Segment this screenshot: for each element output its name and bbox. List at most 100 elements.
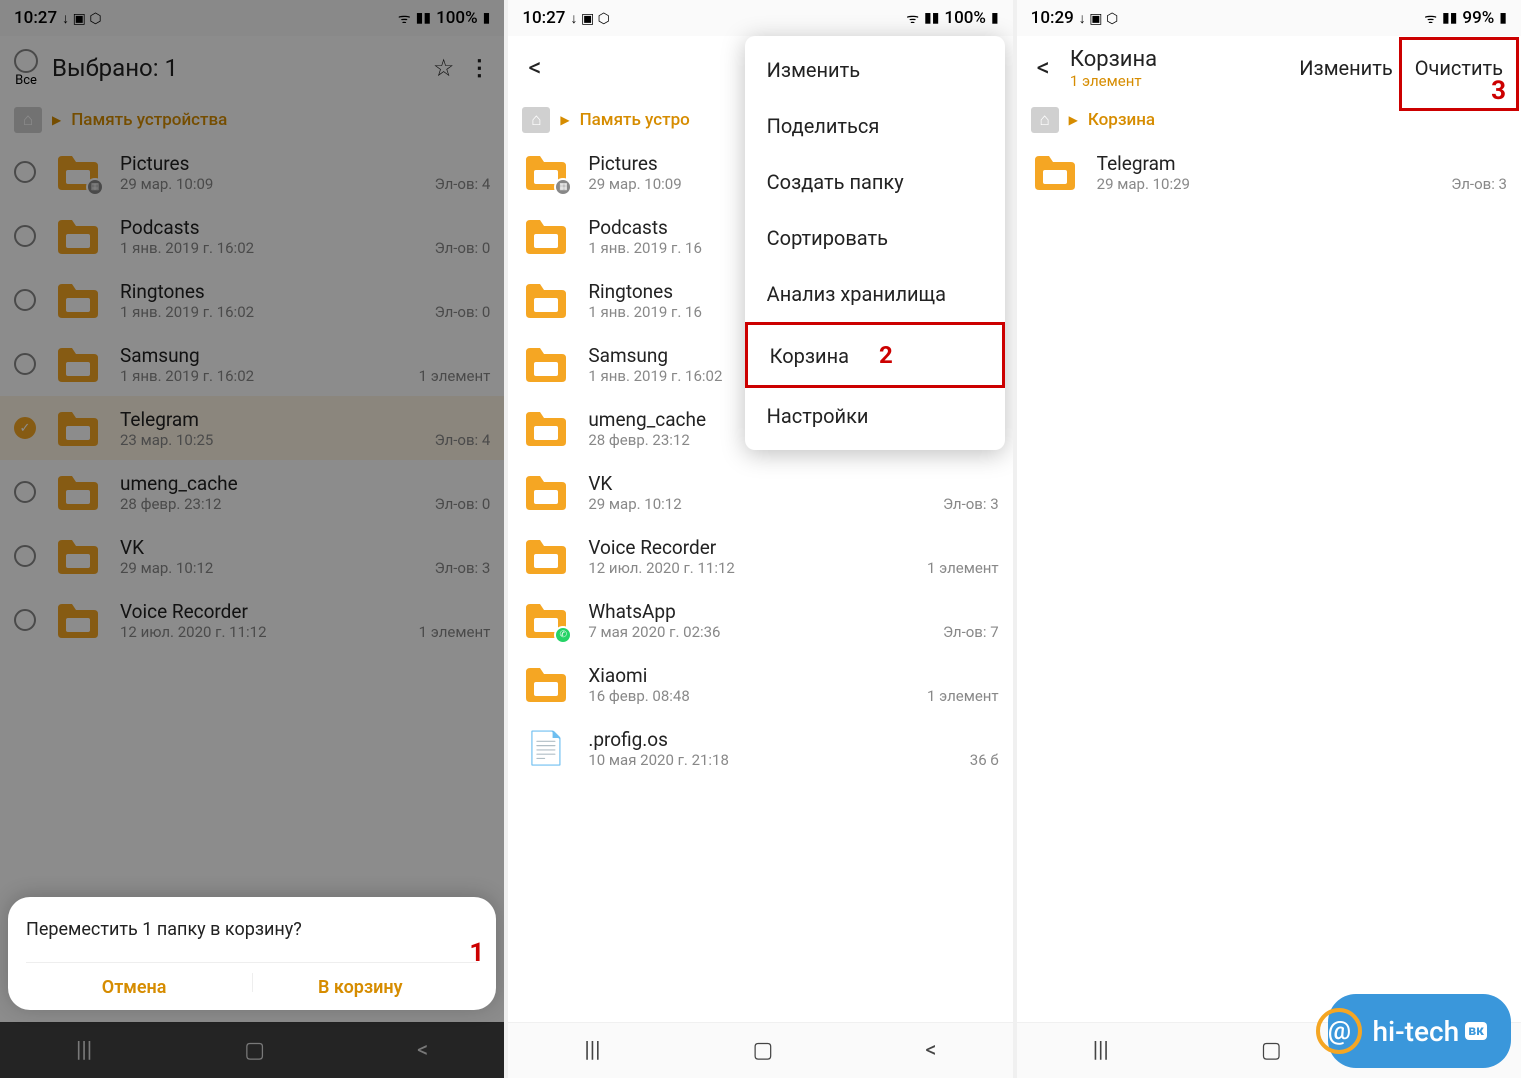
breadcrumb-path[interactable]: Корзина (1088, 110, 1155, 130)
wifi-icon: ᯤ (906, 9, 919, 28)
more-menu-icon[interactable]: ⋮ (468, 56, 490, 81)
recents-nav-icon[interactable]: ||| (76, 1038, 92, 1063)
breadcrumb[interactable]: ⌂ ▶ Корзина (1017, 100, 1521, 140)
cancel-button[interactable]: Отмена (102, 977, 167, 998)
breadcrumb-path[interactable]: Память устро (580, 110, 690, 130)
status-bar: 10:27 ↓ ▣ ⬡ ᯤ ▮▮ 100% ▮ (0, 0, 504, 36)
file-count: 1 элемент (927, 559, 999, 577)
status-icons-left: ↓ ▣ ⬡ (62, 10, 101, 27)
file-count: 1 элемент (419, 623, 491, 641)
file-date: 7 мая 2020 г. 02:36 (588, 623, 720, 641)
list-item[interactable]: umeng_cache 28 февр. 23:12 Эл-ов: 0 (0, 460, 504, 524)
list-item[interactable]: Voice Recorder 12 июл. 2020 г. 11:12 1 э… (508, 524, 1012, 588)
nav-bar: ||| ▢ < (0, 1022, 504, 1078)
recents-nav-icon[interactable]: ||| (1093, 1038, 1109, 1063)
file-count: Эл-ов: 3 (1451, 175, 1507, 193)
select-all-toggle[interactable]: Все (14, 49, 38, 88)
home-nav-icon[interactable]: ▢ (1261, 1038, 1282, 1063)
back-nav-icon[interactable]: < (925, 1038, 936, 1063)
overflow-menu: ИзменитьПоделитьсяСоздать папкуСортирова… (745, 36, 1005, 450)
list-item[interactable]: 📄 .profig.os 10 мая 2020 г. 21:18 36 б (508, 716, 1012, 780)
home-nav-icon[interactable]: ▢ (244, 1038, 265, 1063)
file-date: 1 янв. 2019 г. 16:02 (588, 367, 722, 385)
battery-pct: 100% (944, 8, 986, 28)
back-icon[interactable]: < (1031, 53, 1056, 83)
menu-item-корзина[interactable]: Корзина2 (745, 322, 1005, 388)
recents-nav-icon[interactable]: ||| (584, 1038, 600, 1063)
folder-icon (522, 662, 570, 706)
folder-icon (522, 214, 570, 258)
list-item[interactable]: ▦ Pictures 29 мар. 10:09 Эл-ов: 4 (0, 140, 504, 204)
screen-2-overflow-menu: 10:27 ↓ ▣ ⬡ ᯤ ▮▮ 100% ▮ < ⌂ ▶ Память уст… (508, 0, 1012, 1078)
status-bar: 10:29 ↓ ▣ ⬡ ᯤ ▮▮ 99% ▮ (1017, 0, 1521, 36)
folder-icon (54, 598, 102, 642)
file-date: 23 мар. 10:25 (120, 431, 213, 449)
folder-icon (54, 406, 102, 450)
list-item[interactable]: ✆ WhatsApp 7 мая 2020 г. 02:36 Эл-ов: 7 (508, 588, 1012, 652)
file-list[interactable]: ▦ Pictures 29 мар. 10:09 Эл-ов: 4 Podcas… (0, 140, 504, 1022)
status-icons-left: ↓ ▣ ⬡ (570, 10, 609, 27)
document-icon: 📄 (522, 726, 570, 770)
file-list[interactable]: Telegram 29 мар. 10:29 Эл-ов: 3 (1017, 140, 1521, 1022)
row-checkbox[interactable] (14, 545, 36, 567)
wifi-icon: ᯤ (1424, 9, 1437, 28)
nav-bar: ||| ▢ < (508, 1022, 1012, 1078)
trash-header: < Корзина 1 элемент Изменить Очистить (1017, 36, 1521, 100)
battery-icon: ▮ (1499, 10, 1507, 26)
image-badge-icon: ▦ (86, 178, 104, 196)
row-checkbox[interactable] (14, 353, 36, 375)
file-count: Эл-ов: 3 (435, 559, 491, 577)
file-name: WhatsApp (588, 600, 998, 623)
select-all-checkbox[interactable] (14, 49, 38, 73)
list-item[interactable]: Xiaomi 16 февр. 08:48 1 элемент (508, 652, 1012, 716)
list-item[interactable]: ✓ Telegram 23 мар. 10:25 Эл-ов: 4 (0, 396, 504, 460)
breadcrumb[interactable]: ⌂ ▶ Память устройства (0, 100, 504, 140)
file-count: Эл-ов: 4 (435, 431, 491, 449)
home-icon[interactable]: ⌂ (522, 107, 550, 133)
list-item[interactable]: Ringtones 1 янв. 2019 г. 16:02 Эл-ов: 0 (0, 268, 504, 332)
list-item[interactable]: Voice Recorder 12 июл. 2020 г. 11:12 1 э… (0, 588, 504, 652)
folder-icon (54, 278, 102, 322)
file-name: Pictures (120, 152, 490, 175)
row-checkbox[interactable] (14, 161, 36, 183)
row-checkbox[interactable] (14, 481, 36, 503)
file-name: Podcasts (120, 216, 490, 239)
battery-pct: 100% (436, 8, 478, 28)
watermark-logo-icon: @ (1316, 1008, 1362, 1054)
menu-item-настройки[interactable]: Настройки (745, 388, 1005, 444)
row-checkbox[interactable] (14, 609, 36, 631)
move-to-trash-button[interactable]: В корзину (318, 977, 403, 998)
file-date: 29 мар. 10:12 (120, 559, 213, 577)
row-checkbox[interactable] (14, 289, 36, 311)
home-nav-icon[interactable]: ▢ (753, 1038, 774, 1063)
file-name: Telegram (120, 408, 490, 431)
screen-1-selection-mode: 10:27 ↓ ▣ ⬡ ᯤ ▮▮ 100% ▮ Все Выбрано: 1 ☆… (0, 0, 504, 1078)
clear-button[interactable]: Очистить (1411, 50, 1507, 86)
menu-item-сортировать[interactable]: Сортировать (745, 210, 1005, 266)
list-item[interactable]: Podcasts 1 янв. 2019 г. 16:02 Эл-ов: 0 (0, 204, 504, 268)
back-icon[interactable]: < (522, 53, 547, 83)
file-date: 1 янв. 2019 г. 16:02 (120, 303, 254, 321)
menu-item-поделиться[interactable]: Поделиться (745, 98, 1005, 154)
row-checkbox[interactable] (14, 225, 36, 247)
file-name: Voice Recorder (120, 600, 490, 623)
list-item[interactable]: VK 29 мар. 10:12 Эл-ов: 3 (0, 524, 504, 588)
file-date: 29 мар. 10:29 (1097, 175, 1190, 193)
edit-button[interactable]: Изменить (1295, 50, 1396, 86)
home-icon[interactable]: ⌂ (14, 107, 42, 133)
back-nav-icon[interactable]: < (417, 1038, 428, 1063)
status-time: 10:27 (522, 8, 565, 28)
breadcrumb-path[interactable]: Память устройства (71, 110, 227, 130)
menu-item-создать-папку[interactable]: Создать папку (745, 154, 1005, 210)
home-icon[interactable]: ⌂ (1031, 107, 1059, 133)
chevron-right-icon: ▶ (560, 113, 569, 127)
list-item[interactable]: Samsung 1 янв. 2019 г. 16:02 1 элемент (0, 332, 504, 396)
menu-item-изменить[interactable]: Изменить (745, 42, 1005, 98)
list-item[interactable]: VK 29 мар. 10:12 Эл-ов: 3 (508, 460, 1012, 524)
menu-item-анализ-хранилища[interactable]: Анализ хранилища (745, 266, 1005, 322)
folder-icon (54, 534, 102, 578)
list-item[interactable]: Telegram 29 мар. 10:29 Эл-ов: 3 (1017, 140, 1521, 204)
row-checkbox[interactable]: ✓ (14, 417, 36, 439)
favorite-icon[interactable]: ☆ (433, 54, 455, 82)
status-bar: 10:27 ↓ ▣ ⬡ ᯤ ▮▮ 100% ▮ (508, 0, 1012, 36)
